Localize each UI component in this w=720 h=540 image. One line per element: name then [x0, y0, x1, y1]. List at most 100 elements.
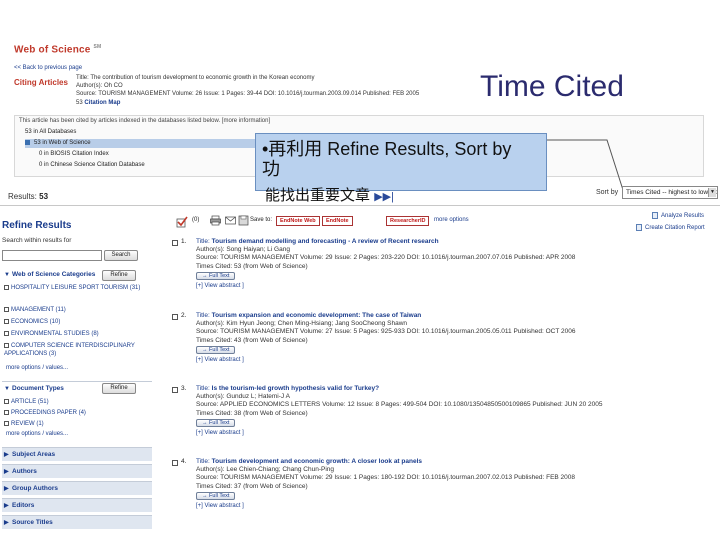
endnote-web-button[interactable]: EndNote Web	[276, 216, 320, 226]
checkbox[interactable]	[4, 420, 9, 426]
facet-label: Authors	[12, 468, 37, 475]
facet-authors[interactable]: ▶ Authors	[2, 464, 152, 478]
record-2: 2. Title: Tourism expansion and economic…	[172, 312, 702, 378]
record-title-line: Title: Is the tourism-led growth hypothe…	[196, 385, 603, 393]
facet-editors[interactable]: ▶ Editors	[2, 498, 152, 512]
record-times-cited[interactable]: Times Cited: 53 (from Web of Science)	[196, 263, 575, 271]
record-title-line: Title: Tourism demand modelling and fore…	[196, 238, 575, 246]
view-abstract-link[interactable]: [+] View abstract ]	[196, 429, 603, 437]
record-title-link[interactable]: Tourism expansion and economic developme…	[212, 312, 422, 319]
db-row-cscd-label: 0 in Chinese Science Citation Database	[39, 162, 145, 168]
more-save-options-link[interactable]: more options	[434, 217, 469, 223]
record-source: Source: APPLIED ECONOMICS LETTERS Volume…	[196, 401, 603, 409]
facet-item[interactable]: ARTICLE (51)	[4, 398, 49, 406]
record-3: 3. Title: Is the tourism-led growth hypo…	[172, 385, 702, 451]
record-title-link[interactable]: Tourism demand modelling and forecasting…	[212, 238, 439, 245]
record-checkbox[interactable]	[172, 314, 178, 320]
record-title-line: Title: Tourism development and economic …	[196, 458, 575, 466]
record-4: 4. Title: Tourism development and econom…	[172, 458, 702, 524]
triangle-down-icon: ▼	[4, 386, 10, 392]
record-authors: Author(s): Gunduz L; Hatemi-J A	[196, 393, 290, 401]
search-within-input[interactable]	[2, 250, 102, 261]
record-times-cited[interactable]: Times Cited: 43 (from Web of Science)	[196, 337, 576, 345]
db-row-wos-label: 53 in Web of Science	[34, 140, 91, 146]
citation-report-link[interactable]: Create Citation Report	[636, 224, 705, 231]
facet-item[interactable]: PROCEEDINGS PAPER (4)	[4, 409, 86, 417]
record-body: Title: Tourism development and economic …	[196, 458, 575, 510]
citation-report-label: Create Citation Report	[645, 225, 705, 232]
endnote-button[interactable]: EndNote	[322, 216, 353, 226]
refine-button-doctypes[interactable]: Refine	[102, 383, 136, 394]
checkmark-icon[interactable]	[176, 216, 188, 228]
checkbox[interactable]	[4, 306, 9, 312]
researcherid-button[interactable]: ResearcherID	[386, 216, 430, 226]
view-abstract-link[interactable]: [+] View abstract ]	[196, 356, 576, 364]
sort-select[interactable]: Times Cited -- highest to lowest	[622, 186, 718, 199]
record-authors: Author(s): Kim Hyun Jeong; Chen Ming-Hsi…	[196, 320, 408, 328]
facet-item[interactable]: COMPUTER SCIENCE INTERDISCIPLINARY APPLI…	[4, 342, 146, 358]
record-source: Source: TOURISM MANAGEMENT Volume: 29 Is…	[196, 474, 576, 482]
record-source: Source: TOURISM MANAGEMENT Volume: 27 Is…	[196, 328, 576, 336]
citing-authors: Author(s): Oh CO	[76, 83, 123, 90]
facet-item[interactable]: HOSPITALITY LEISURE SPORT TOURISM (31)	[4, 284, 140, 292]
facet-label: Source Titles	[12, 519, 53, 526]
facet-item[interactable]: ECONOMICS (10)	[4, 318, 60, 326]
slide-heading: Time Cited	[480, 70, 624, 103]
title-prefix: Title:	[196, 238, 210, 245]
facet-label: MANAGEMENT (11)	[11, 307, 66, 313]
record-times-cited[interactable]: Times Cited: 38 (from Web of Science)	[196, 410, 603, 418]
checkbox[interactable]	[4, 318, 9, 324]
print-icon[interactable]	[210, 215, 221, 226]
triangle-right-icon: ▶	[4, 503, 9, 509]
triangle-right-icon: ▶	[4, 486, 9, 492]
record-authors: Author(s): Song Haiyan; Li Gang	[196, 246, 290, 254]
chart-icon	[652, 212, 658, 219]
more-options-link[interactable]: more options / values...	[6, 431, 68, 437]
more-options-link[interactable]: more options / values...	[6, 365, 68, 371]
facet-subject-areas[interactable]: ▶ Subject Areas	[2, 447, 152, 461]
facet-group-authors[interactable]: ▶ Group Authors	[2, 481, 152, 495]
facet-label: ENVIRONMENTAL STUDIES (8)	[11, 331, 99, 337]
back-link[interactable]: << Back to previous page	[14, 65, 82, 71]
search-button[interactable]: Search	[104, 250, 138, 261]
checkbox[interactable]	[4, 409, 9, 415]
view-abstract-link[interactable]: [+] View abstract ]	[196, 502, 575, 510]
analyze-results-link[interactable]: Analyze Results	[652, 212, 704, 219]
refine-button-categories[interactable]: Refine	[102, 270, 136, 281]
citation-map-count: 53	[76, 99, 83, 106]
facet-source-titles[interactable]: ▶ Source Titles	[2, 515, 152, 529]
facet-label: Group Authors	[12, 485, 58, 492]
checkbox[interactable]	[4, 342, 9, 348]
citing-articles-label: Citing Articles	[14, 78, 68, 87]
record-body: Title: Tourism expansion and economic de…	[196, 312, 576, 364]
full-text-button[interactable]: → Full Text	[196, 418, 236, 427]
chevron-down-icon[interactable]: ▼	[708, 188, 716, 197]
full-text-button[interactable]: → Full Text	[196, 491, 236, 500]
report-icon	[636, 224, 642, 231]
facet-item[interactable]: ENVIRONMENTAL STUDIES (8)	[4, 330, 99, 338]
record-checkbox[interactable]	[172, 387, 178, 393]
facet-label: Subject Areas	[12, 451, 56, 458]
record-checkbox[interactable]	[172, 240, 178, 246]
facet-item[interactable]: REVIEW (1)	[4, 420, 44, 428]
checkbox[interactable]	[4, 284, 9, 290]
record-checkbox[interactable]	[172, 460, 178, 466]
record-title-line: Title: Tourism expansion and economic de…	[196, 312, 576, 320]
email-icon[interactable]	[225, 215, 236, 226]
checkbox[interactable]	[4, 330, 9, 336]
checkbox[interactable]	[4, 398, 9, 404]
record-title-link[interactable]: Is the tourism-led growth hypothesis val…	[212, 385, 379, 392]
citing-article-details: Title: The contribution of tourism devel…	[76, 74, 419, 107]
save-icon[interactable]	[238, 215, 249, 226]
facet-item[interactable]: MANAGEMENT (11)	[4, 306, 66, 314]
full-text-button[interactable]: → Full Text	[196, 271, 236, 280]
record-title-link[interactable]: Tourism development and economic growth:…	[212, 458, 422, 465]
citing-source: Source: TOURISM MANAGEMENT Volume: 26 Is…	[76, 91, 420, 98]
record-authors: Author(s): Lee Chien-Chiang; Chang Chun-…	[196, 466, 335, 474]
record-times-cited[interactable]: Times Cited: 37 (from Web of Science)	[196, 483, 575, 491]
title-prefix: Title:	[196, 312, 210, 319]
callout-line-2: 功	[262, 159, 280, 179]
view-abstract-link[interactable]: [+] View abstract ]	[196, 282, 575, 290]
citation-map-link[interactable]: Citation Map	[84, 100, 120, 106]
full-text-button[interactable]: → Full Text	[196, 345, 236, 354]
